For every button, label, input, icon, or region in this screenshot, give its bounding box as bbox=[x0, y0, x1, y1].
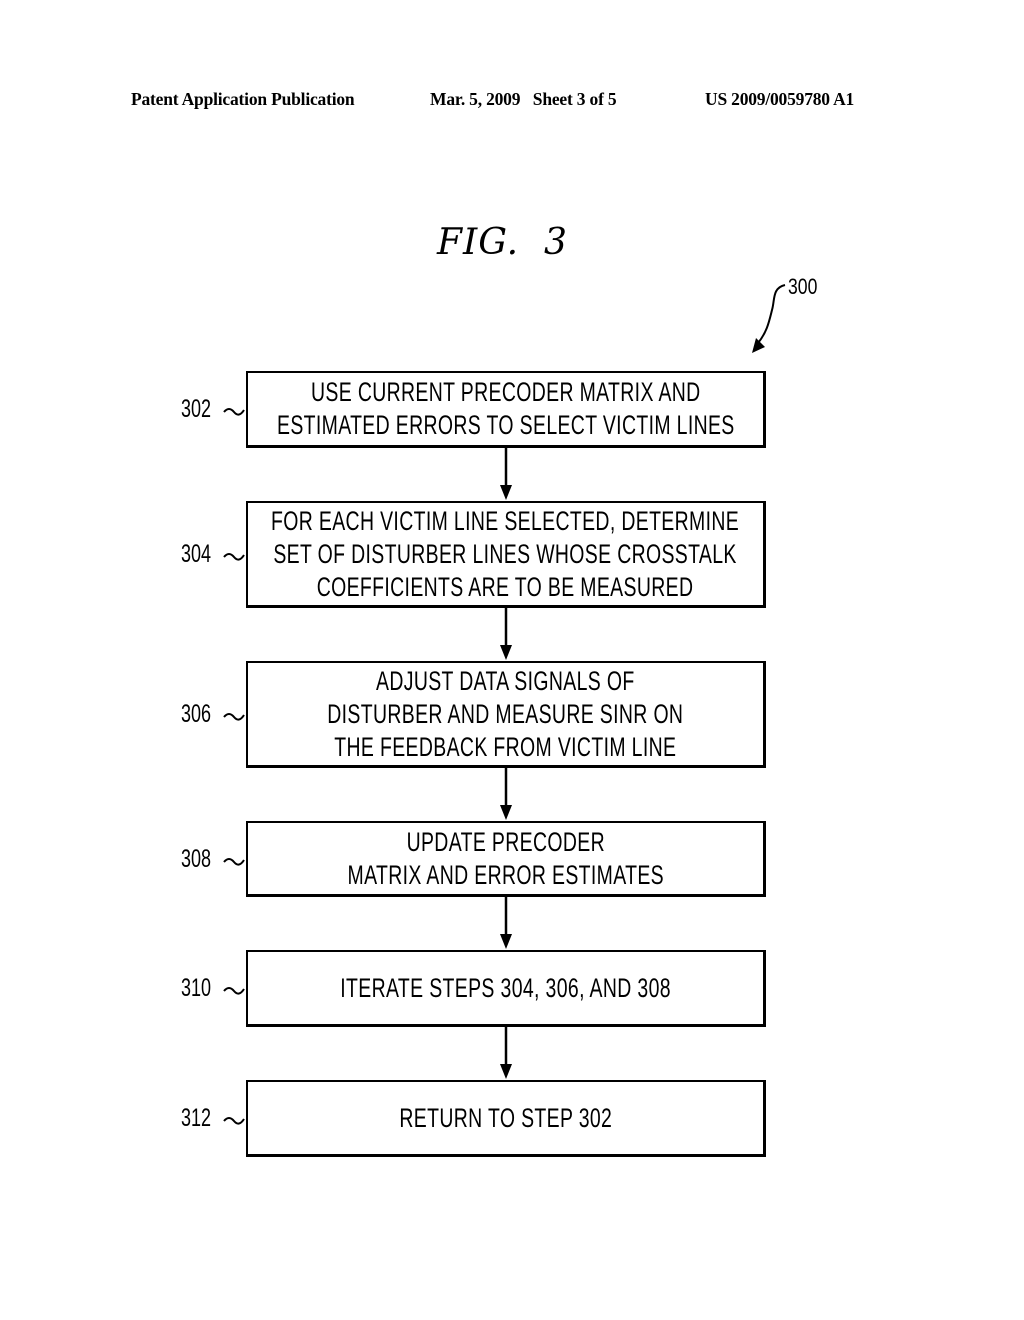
flow-arrow-304-306 bbox=[500, 607, 512, 660]
step-line: UPDATE PRECODER bbox=[406, 826, 605, 857]
step-line: ESTIMATED ERRORS TO SELECT VICTIM LINES bbox=[276, 410, 735, 440]
leader-squiggle-308 bbox=[223, 858, 245, 866]
step-box-308: UPDATE PRECODER MATRIX AND ERROR ESTIMAT… bbox=[246, 821, 766, 897]
step-label-310: 310 bbox=[181, 974, 212, 1002]
step-label-306: 306 bbox=[181, 700, 212, 728]
step-line: ITERATE STEPS 304, 306, AND 308 bbox=[340, 972, 671, 1003]
step-line: FOR EACH VICTIM LINE SELECTED, DETERMINE bbox=[271, 505, 740, 536]
step-label-308: 308 bbox=[181, 845, 212, 873]
step-label-302: 302 bbox=[181, 395, 212, 423]
leader-squiggle-302 bbox=[223, 408, 245, 416]
figure-title: FIG. 3 bbox=[437, 222, 568, 263]
flow-arrow-306-308 bbox=[500, 767, 512, 820]
leader-squiggle-306 bbox=[223, 713, 245, 721]
step-box-312: RETURN TO STEP 302 bbox=[246, 1080, 766, 1157]
leader-squiggle-310 bbox=[223, 987, 245, 995]
step-line: RETURN TO STEP 302 bbox=[399, 1102, 612, 1133]
step-line: MATRIX AND ERROR ESTIMATES bbox=[347, 859, 664, 890]
step-text-312: RETURN TO STEP 302 bbox=[399, 1102, 612, 1135]
step-text-306: ADJUST DATA SIGNALS OF DISTURBER AND MEA… bbox=[327, 665, 683, 764]
step-line: COEFFICIENTS ARE TO BE MEASURED bbox=[317, 571, 694, 602]
step-text-304: FOR EACH VICTIM LINE SELECTED, DETERMINE… bbox=[271, 505, 739, 604]
publication-date-sheet: Mar. 5, 2009 Sheet 3 of 5 bbox=[430, 89, 617, 109]
step-text-310: ITERATE STEPS 304, 306, AND 308 bbox=[340, 972, 671, 1005]
step-box-304: FOR EACH VICTIM LINE SELECTED, DETERMINE… bbox=[246, 501, 766, 608]
step-line: SET OF DISTURBER LINES WHOSE CROSSTALK bbox=[273, 538, 738, 569]
figure-reference-number: 300 bbox=[788, 274, 818, 299]
step-box-310: ITERATE STEPS 304, 306, AND 308 bbox=[246, 950, 766, 1027]
step-text-302: USE CURRENT PRECODER MATRIX AND ESTIMATE… bbox=[277, 376, 735, 442]
publication-type: Patent Application Publication bbox=[131, 89, 355, 109]
step-label-312: 312 bbox=[181, 1104, 212, 1132]
flow-arrow-308-310 bbox=[500, 896, 512, 949]
step-label-304: 304 bbox=[181, 540, 212, 568]
leader-squiggle-312 bbox=[223, 1117, 245, 1125]
step-box-302: USE CURRENT PRECODER MATRIX AND ESTIMATE… bbox=[246, 371, 766, 448]
step-line: USE CURRENT PRECODER MATRIX AND bbox=[310, 377, 701, 407]
reference-arrow-300 bbox=[752, 284, 786, 353]
step-box-306: ADJUST DATA SIGNALS OF DISTURBER AND MEA… bbox=[246, 661, 766, 768]
publication-number: US 2009/0059780 A1 bbox=[705, 89, 855, 109]
flow-arrow-310-312 bbox=[500, 1026, 512, 1079]
flow-arrow-302-304 bbox=[500, 447, 512, 500]
leader-squiggle-304 bbox=[223, 553, 245, 561]
step-line: DISTURBER AND MEASURE SINR ON bbox=[327, 698, 684, 729]
step-text-308: UPDATE PRECODER MATRIX AND ERROR ESTIMAT… bbox=[347, 826, 663, 892]
step-line: ADJUST DATA SIGNALS OF bbox=[376, 665, 635, 696]
step-line: THE FEEDBACK FROM VICTIM LINE bbox=[334, 731, 677, 762]
